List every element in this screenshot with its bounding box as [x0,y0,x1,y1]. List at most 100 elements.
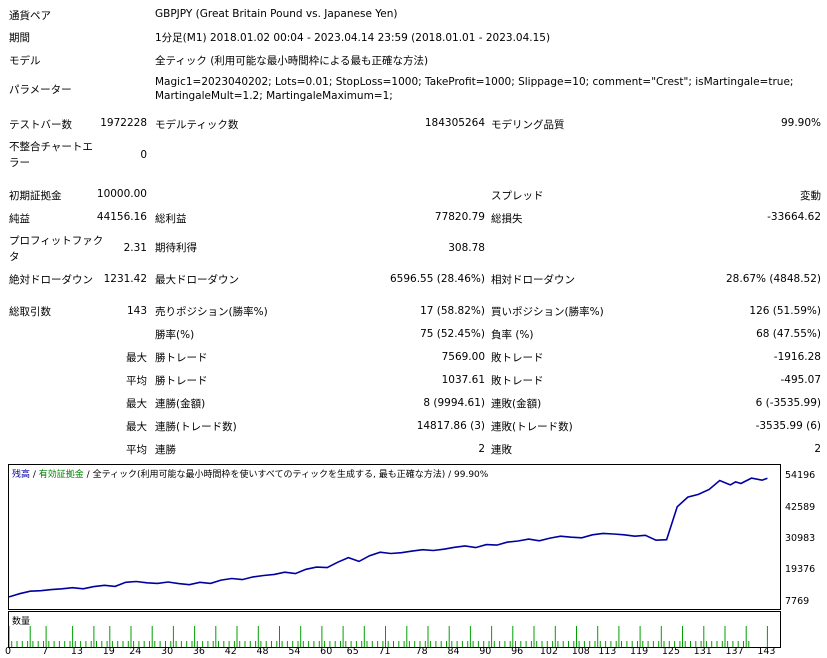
max-consecutive-profit-value: 14817.86 (3) [416,420,485,432]
net-profit-value: 44156.16 [96,211,147,223]
x-tick-label: 131 [693,646,712,657]
spread-value: 変動 [800,190,821,202]
average-consecutive-wins-label: 連勝 [155,444,176,456]
x-tick-label: 42 [224,646,237,657]
profit-factor-label-2: タ [9,251,20,263]
modeling-quality-label: モデリング品質 [491,119,565,131]
mismatch-errors-label-2: ラー [9,157,30,169]
x-tick-label: 113 [598,646,617,657]
gross-profit-label: 総利益 [155,213,187,225]
largest-win-value: 7569.00 [441,351,485,363]
volume-label: 数量 [12,617,31,627]
long-positions-label: 買いポジション(勝率%) [491,306,604,318]
absolute-drawdown-value: 1231.42 [103,273,147,285]
x-tick-label: 119 [630,646,649,657]
volume-plot [9,626,768,647]
balance-line [9,477,768,598]
profit-factor-value: 2.31 [123,242,147,254]
largest-win-label: 勝トレード [155,352,208,364]
initial-deposit-value: 10000.00 [96,188,147,200]
x-tick-label: 143 [757,646,776,657]
x-tick-label: 48 [256,646,269,657]
absolute-drawdown-label: 絶対ドローダウン [9,274,93,286]
average-prefix: 平均 [126,375,147,387]
long-positions-value: 126 (51.59%) [749,305,821,317]
x-tick-label: 137 [725,646,744,657]
maximal-drawdown-label: 最大ドローダウン [155,274,239,286]
test-bars-label: テストバー数 [9,119,72,131]
maximal-drawdown-value: 6596.55 (28.46%) [390,273,485,285]
max-consecutive-loss-value: -3535.99 (6) [755,420,821,432]
x-tick-label: 125 [661,646,680,657]
short-positions-value: 17 (58.82%) [420,305,485,317]
legend-model: 全ティック(利用可能な最小時間枠を使いすべてのティックを生成する, 最も正確な方… [92,470,446,480]
x-tick-label: 71 [378,646,391,657]
expected-payoff-label: 期待利得 [155,242,197,254]
y-tick-label: 30983 [785,532,816,544]
relative-drawdown-value: 28.67% (4848.52) [726,273,821,285]
initial-deposit-label: 初期証拠金 [9,190,62,202]
legend-quality: 99.90% [454,470,489,480]
volume-chart: 数量 [8,611,781,648]
max-consecutive-loss-label: 連敗(トレード数) [491,421,573,433]
x-tick-label: 0 [4,646,12,657]
balance-plot [9,477,768,598]
x-tick-label: 65 [346,646,359,657]
profit-trades-label: 勝率(%) [155,329,195,341]
x-tick-label: 84 [447,646,460,657]
expected-payoff-value: 308.78 [448,242,485,254]
period-label: 期間 [9,32,30,44]
model-ticks-value: 184305264 [424,117,485,129]
average-loss-value: -495.07 [780,374,821,386]
profit-factor-label-1: プロフィットファク [9,235,104,247]
maximal-consecutive-prefix: 最大 [126,421,147,433]
largest-prefix: 最大 [126,352,147,364]
model-label: モデル [9,55,41,67]
loss-trades-label: 負率 (%) [491,329,534,341]
model-ticks-label: モデルティック数 [155,119,239,131]
max-consecutive-prefix: 最大 [126,398,147,410]
max-consecutive-losses-value: 6 (-3535.99) [755,397,821,409]
y-tick-label: 42589 [785,501,816,513]
parameters-label: パラメーター [9,84,72,96]
test-bars-value: 1972228 [100,117,147,129]
legend-separator: / [83,470,93,480]
x-tick-label: 7 [42,646,49,657]
x-tick-label: 78 [415,646,428,657]
average-win-label: 勝トレード [155,375,208,387]
gross-loss-value: -33664.62 [767,211,821,223]
max-consecutive-wins-label: 連勝(金額) [155,398,206,410]
profit-trades-value: 75 (52.45%) [420,328,485,340]
mismatch-errors-label-1: 不整合チャートエ [9,141,93,153]
relative-drawdown-label: 相対ドローダウン [491,274,575,286]
x-tick-label: 30 [161,646,174,657]
average-consecutive-wins-value: 2 [478,443,485,455]
gross-profit-value: 77820.79 [434,211,485,223]
x-tick-label: 54 [288,646,301,657]
x-tick-label: 60 [320,646,333,657]
gross-loss-label: 総損失 [491,213,523,225]
x-tick-label: 96 [511,646,524,657]
net-profit-label: 純益 [9,213,30,225]
legend-balance: 残高 [12,470,31,480]
average-win-value: 1037.61 [441,374,485,386]
largest-loss-label: 敗トレード [491,352,544,364]
x-tick-label: 13 [70,646,83,657]
x-tick-label: 90 [479,646,492,657]
x-tick-label: 102 [539,646,559,657]
legend-separator: / [30,470,39,480]
y-tick-label: 7769 [785,596,810,607]
loss-trades-value: 68 (47.55%) [756,328,821,340]
parameters-line-2: MartingaleMult=1.2; MartingaleMaximum=1; [155,90,393,102]
total-trades-value: 143 [126,305,147,317]
max-consecutive-losses-label: 連敗(金額) [491,398,542,410]
chart-legend: 残高 / 有効証拠金 / 全ティック(利用可能な最小時間枠を使いすべてのティック… [12,467,488,480]
x-tick-label: 24 [129,646,142,657]
max-consecutive-wins-value: 8 (9994.61) [423,397,485,409]
model-value: 全ティック (利用可能な最小時間枠による最も正確な方法) [155,55,429,67]
average-consecutive-prefix: 平均 [126,444,147,456]
legend-separator: / [445,470,455,480]
mismatch-errors-value: 0 [140,149,147,161]
x-tick-label: 36 [192,646,205,657]
x-tick-label: 108 [571,646,590,657]
